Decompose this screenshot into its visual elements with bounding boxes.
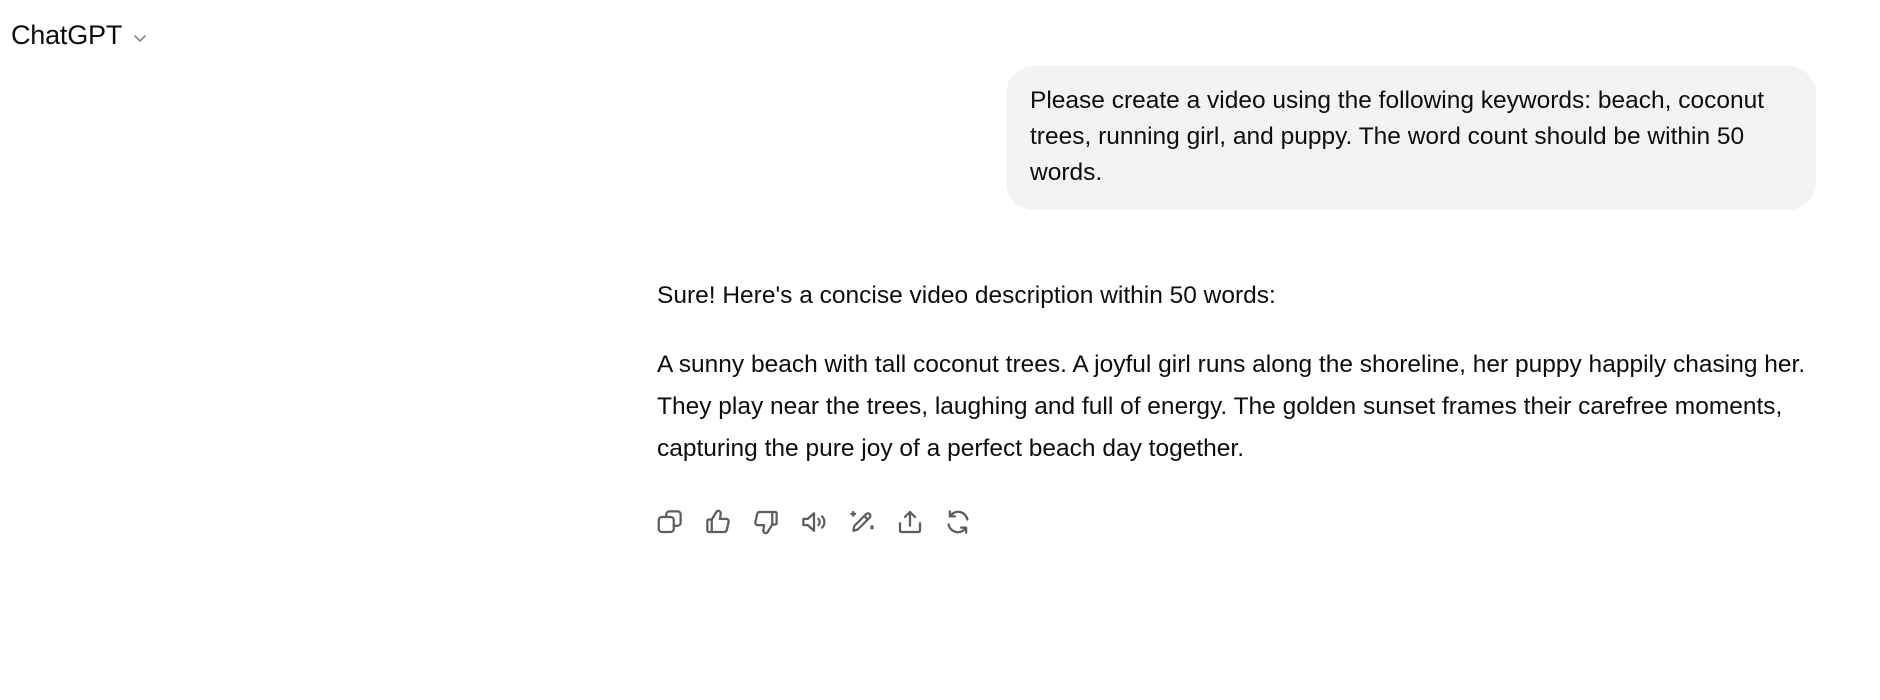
user-message-bubble: Please create a video using the followin… bbox=[1006, 66, 1816, 210]
bad-response-button[interactable] bbox=[751, 506, 799, 542]
copy-button[interactable] bbox=[655, 506, 703, 542]
thumbs-up-icon bbox=[703, 507, 733, 542]
chat-page: ChatGPT Please create a video using the … bbox=[0, 0, 1880, 700]
chevron-down-icon bbox=[130, 28, 150, 48]
share-button[interactable] bbox=[895, 506, 943, 542]
good-response-button[interactable] bbox=[703, 506, 751, 542]
read-aloud-icon bbox=[799, 507, 829, 542]
edit-icon bbox=[847, 507, 877, 542]
assistant-body-text: A sunny beach with tall coconut trees. A… bbox=[657, 351, 1806, 462]
model-name: ChatGPT bbox=[11, 20, 123, 50]
edit-button[interactable] bbox=[847, 506, 895, 542]
share-icon bbox=[895, 507, 925, 542]
model-switcher[interactable]: ChatGPT bbox=[11, 20, 150, 51]
regenerate-button[interactable] bbox=[943, 506, 991, 542]
assistant-message: Sure! Here's a concise video description… bbox=[657, 278, 1817, 470]
copy-icon bbox=[655, 507, 685, 542]
read-aloud-button[interactable] bbox=[799, 506, 847, 542]
user-message-text: Please create a video using the followin… bbox=[1030, 87, 1765, 186]
message-action-bar bbox=[655, 506, 991, 542]
thumbs-down-icon bbox=[751, 507, 781, 542]
regenerate-icon bbox=[943, 507, 973, 542]
assistant-intro-text: Sure! Here's a concise video description… bbox=[657, 282, 1276, 309]
